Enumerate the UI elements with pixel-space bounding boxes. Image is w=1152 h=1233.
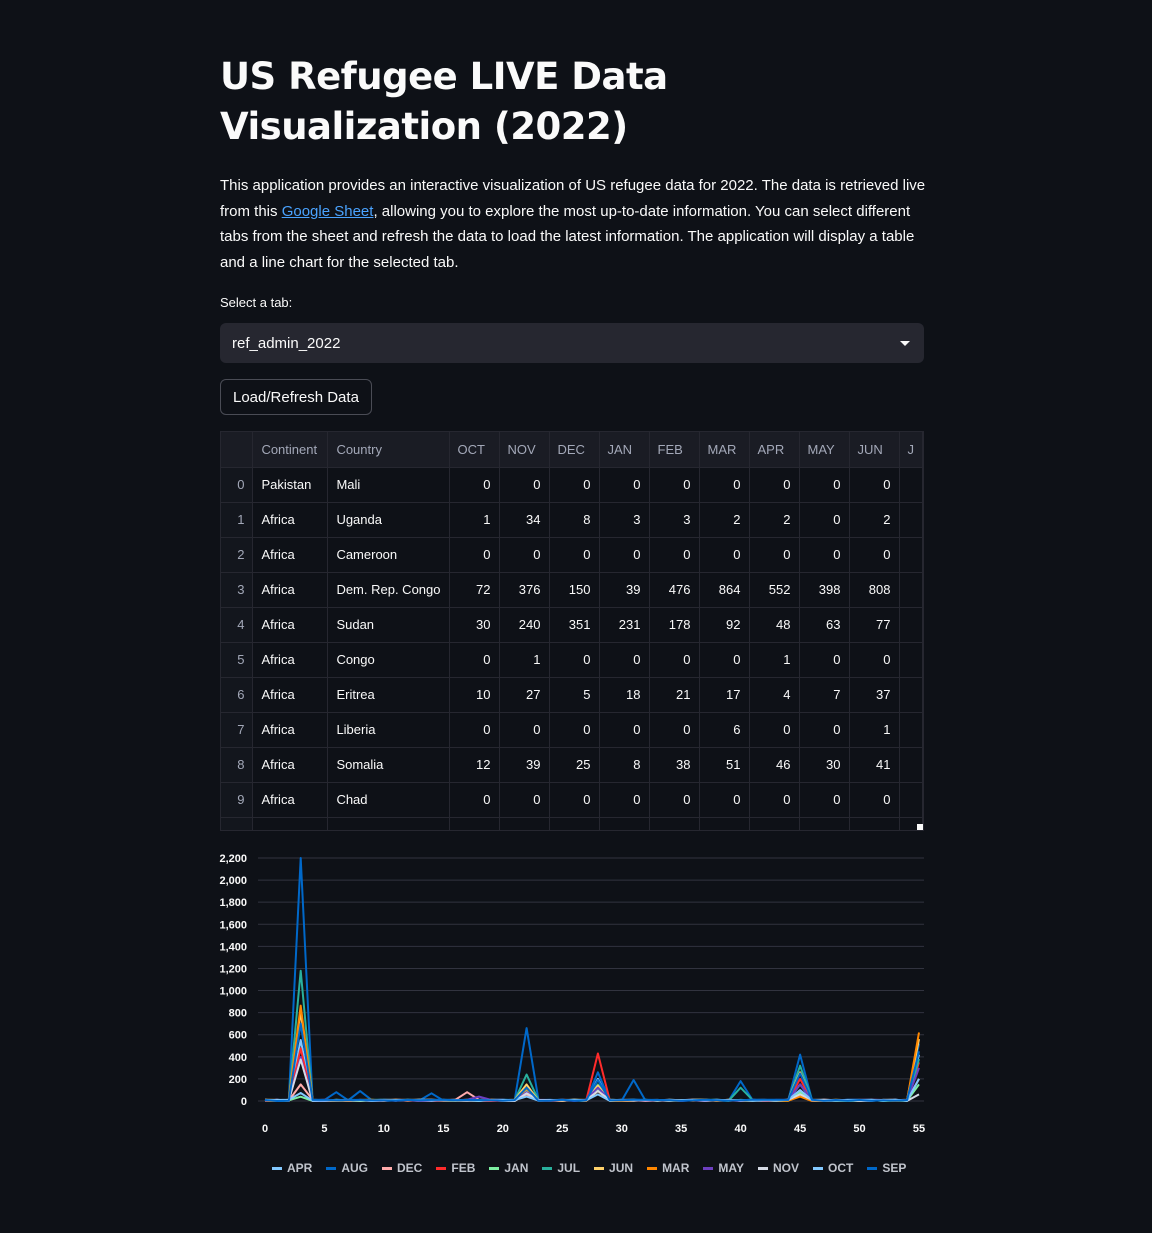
legend-item[interactable]: DEC <box>382 1161 422 1175</box>
legend-swatch <box>272 1166 282 1170</box>
x-tick-label: 50 <box>853 1123 865 1135</box>
legend-item[interactable]: NOV <box>757 1161 799 1175</box>
legend-item[interactable]: OCT <box>812 1161 854 1175</box>
y-tick-label: 2,200 <box>219 853 247 865</box>
legend-item[interactable]: MAR <box>647 1161 689 1175</box>
legend-label: FEB <box>451 1161 476 1175</box>
legend-swatch <box>382 1166 393 1170</box>
y-tick-label: 1,000 <box>219 986 247 998</box>
y-tick-label: 800 <box>229 1008 247 1020</box>
legend-item[interactable]: AUG <box>326 1161 368 1175</box>
legend-item[interactable]: FEB <box>436 1161 475 1175</box>
y-tick-label: 1,600 <box>219 919 247 931</box>
legend-label: NOV <box>772 1161 799 1175</box>
legend-swatch <box>812 1166 823 1170</box>
y-tick-label: 0 <box>241 1096 247 1108</box>
legend-label: MAR <box>662 1161 690 1175</box>
legend-label: JUN <box>609 1161 634 1175</box>
y-tick-label: 600 <box>229 1030 247 1042</box>
legend-swatch <box>703 1166 714 1170</box>
legend-swatch <box>757 1166 768 1170</box>
x-tick-label: 20 <box>497 1123 509 1135</box>
legend-item[interactable]: SEP <box>867 1161 906 1175</box>
legend-label: MAY <box>718 1161 744 1175</box>
y-tick-label: 200 <box>229 1074 247 1086</box>
series-line-sep <box>264 1022 920 1102</box>
x-tick-label: 30 <box>616 1123 628 1135</box>
x-tick-label: 35 <box>675 1123 687 1135</box>
legend-label: JUL <box>557 1161 581 1175</box>
legend-item[interactable]: APR <box>272 1161 312 1175</box>
x-tick-label: 40 <box>735 1123 747 1135</box>
y-tick-label: 400 <box>229 1052 247 1064</box>
chart-legend: APR AUG DEC FEB JAN JUL JUN MAR MAY NOV OCT SEP <box>272 1161 920 1175</box>
y-tick-label: 1,200 <box>219 963 247 975</box>
x-tick-label: 15 <box>437 1123 449 1135</box>
legend-item[interactable]: JUL <box>542 1161 580 1175</box>
y-tick-label: 2,000 <box>219 875 247 887</box>
legend-item[interactable]: JAN <box>489 1161 528 1175</box>
y-tick-label: 1,800 <box>219 897 247 909</box>
x-tick-label: 55 <box>913 1123 925 1135</box>
legend-label: JAN <box>504 1161 529 1175</box>
series-line-aug <box>264 857 920 1102</box>
legend-swatch <box>867 1166 878 1170</box>
legend-item[interactable]: MAY <box>703 1161 744 1175</box>
legend-label: APR <box>287 1161 313 1175</box>
legend-label: OCT <box>827 1161 854 1175</box>
x-tick-label: 10 <box>378 1123 390 1135</box>
legend-swatch <box>647 1166 658 1170</box>
legend-label: AUG <box>341 1161 369 1175</box>
legend-label: DEC <box>397 1161 423 1175</box>
legend-label: SEP <box>882 1161 907 1175</box>
x-tick-label: 45 <box>794 1123 806 1135</box>
x-tick-label: 25 <box>556 1123 568 1135</box>
legend-swatch <box>436 1166 447 1170</box>
legend-item[interactable]: JUN <box>594 1161 633 1175</box>
x-tick-label: 0 <box>262 1123 268 1135</box>
line-chart: 02004006008001,0001,2001,4001,6001,8002,… <box>219 853 925 1135</box>
legend-swatch <box>542 1166 553 1170</box>
legend-swatch <box>326 1166 337 1170</box>
y-tick-label: 1,400 <box>219 941 247 953</box>
x-tick-label: 5 <box>321 1123 327 1135</box>
legend-swatch <box>489 1166 500 1170</box>
legend-swatch <box>594 1166 605 1170</box>
